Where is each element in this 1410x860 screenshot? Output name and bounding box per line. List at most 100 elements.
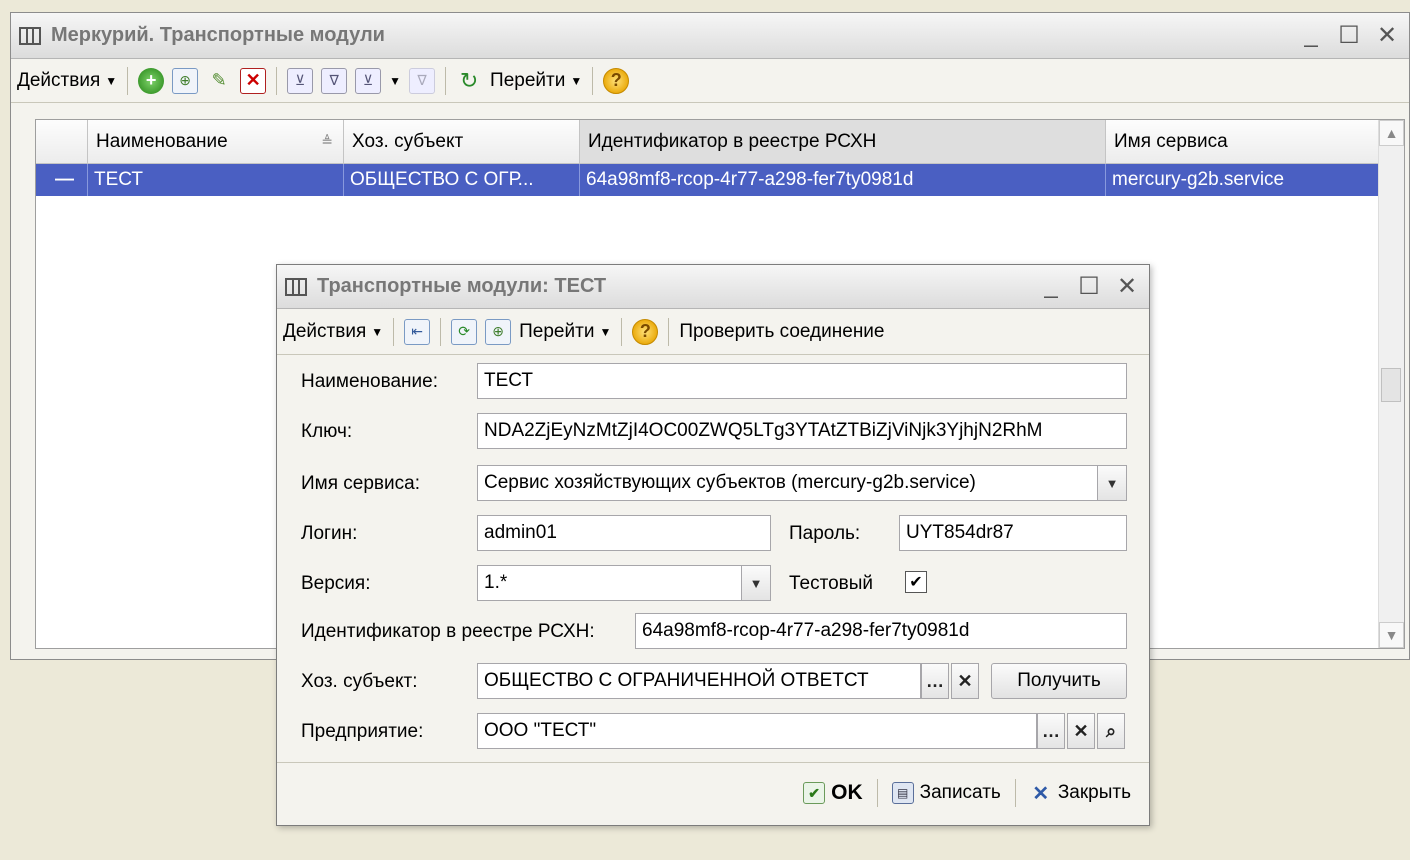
toolbar-separator xyxy=(276,66,278,95)
actions-menu[interactable]: Действия ▼ xyxy=(283,321,383,343)
get-button[interactable]: Получить xyxy=(991,663,1127,699)
enterprise-label: Предприятие: xyxy=(301,721,424,742)
check-connection-button[interactable]: Проверить соединение xyxy=(679,321,884,343)
close-button[interactable]: ✕ xyxy=(1375,21,1399,50)
window-title: Меркурий. Транспортные модули xyxy=(51,24,385,46)
name-field[interactable]: ТЕСТ xyxy=(477,363,1127,399)
toolbar-separator xyxy=(621,317,623,346)
column-header-registry-id[interactable]: Идентификатор в реестре РСХН xyxy=(580,120,1106,163)
test-label: Тестовый xyxy=(789,573,874,594)
add-icon[interactable]: + xyxy=(138,67,165,94)
ok-check-icon: ✔ xyxy=(803,782,826,804)
cell-subject: ОБЩЕСТВО С ОГР... xyxy=(344,164,580,196)
refresh-icon[interactable]: ↻ xyxy=(456,68,482,94)
column-header-label: Наименование xyxy=(96,130,228,152)
select-ellipsis-icon[interactable]: … xyxy=(921,663,949,699)
dialog-toolbar: Действия ▼ ⇤ ⟳ ⊕ Перейти ▼ ? Проверить с… xyxy=(277,309,1149,355)
scroll-up-icon[interactable]: ▲ xyxy=(1379,120,1404,146)
goto-menu[interactable]: Перейти ▼ xyxy=(519,321,611,343)
edit-icon[interactable]: ✎ xyxy=(206,68,232,94)
close-label: Закрыть xyxy=(1057,782,1131,803)
clear-x-icon[interactable]: ✕ xyxy=(951,663,979,699)
table-row[interactable]: — ТЕСТ ОБЩЕСТВО С ОГР... 64a98mf8-rcop-4… xyxy=(36,164,1404,196)
filter-icon[interactable]: ⊻ xyxy=(287,67,314,94)
list-window-icon xyxy=(285,277,307,296)
caret-down-icon: ▼ xyxy=(371,324,384,339)
service-select[interactable]: Сервис хозяйствующих субъектов (mercury-… xyxy=(477,465,1099,501)
search-icon[interactable]: ⌕ xyxy=(1097,713,1125,749)
save-button[interactable]: ▤ Записать xyxy=(891,782,1001,804)
login-label: Логин: xyxy=(301,523,358,544)
subject-label: Хоз. субъект: xyxy=(301,671,418,692)
filter-list-icon[interactable]: ⊻ xyxy=(355,67,382,94)
minimize-button[interactable]: _ xyxy=(1039,272,1063,301)
cell-service: mercury-g2b.service xyxy=(1112,169,1285,190)
list-window-icon xyxy=(19,26,41,45)
close-x-icon: ✕ xyxy=(1032,782,1050,805)
cell-name: ТЕСТ xyxy=(88,164,344,196)
registry-id-label: Идентификатор в реестре РСХН: xyxy=(301,621,595,642)
dialog-footer: ✔ OK ▤ Записать ✕ Закрыть xyxy=(277,763,1149,823)
save-and-close-icon[interactable]: ⇤ xyxy=(404,318,431,345)
enterprise-field[interactable]: ООО "ТЕСТ" xyxy=(477,713,1037,749)
scroll-down-icon[interactable]: ▼ xyxy=(1379,622,1404,648)
table-header: Наименование ≜ Хоз. субъект Идентификато… xyxy=(36,120,1404,164)
actions-menu[interactable]: Действия ▼ xyxy=(17,70,117,92)
copy-icon[interactable]: ⊕ xyxy=(172,67,199,94)
subject-field[interactable]: ОБЩЕСТВО С ОГРАНИЧЕННОЙ ОТВЕТСТ xyxy=(477,663,921,699)
filter-clear-icon: ∇ xyxy=(409,67,436,94)
toolbar-separator xyxy=(592,66,594,95)
key-label: Ключ: xyxy=(301,421,353,442)
ok-label: OK xyxy=(831,781,863,804)
vertical-scrollbar[interactable]: ▲ ▼ xyxy=(1378,120,1404,648)
version-label: Версия: xyxy=(301,573,371,594)
floppy-disk-icon: ▤ xyxy=(891,782,914,804)
service-label: Имя сервиса: xyxy=(301,473,420,494)
dialog-window-controls: _ ☐ ✕ xyxy=(1039,272,1149,301)
dropdown-arrow-icon[interactable]: ▼ xyxy=(741,565,771,601)
module-form: Наименование: ТЕСТ Ключ: NDA2ZjEyNzMtZjI… xyxy=(277,355,1149,763)
name-label: Наименование: xyxy=(301,371,438,392)
key-field[interactable]: NDA2ZjEyNzMtZjI4OC00ZWQ5LTg3YTAtZTBiZjVi… xyxy=(477,413,1127,449)
reread-icon[interactable]: ⟳ xyxy=(451,318,478,345)
module-dialog: Транспортные модули: ТЕСТ _ ☐ ✕ Действия… xyxy=(276,264,1150,826)
toolbar-separator xyxy=(440,317,442,346)
close-button[interactable]: ✕ xyxy=(1115,272,1139,301)
login-field[interactable]: admin01 xyxy=(477,515,771,551)
dropdown-arrow-icon[interactable]: ▼ xyxy=(1097,465,1127,501)
test-checkbox[interactable]: ✔ xyxy=(905,571,927,593)
actions-menu-label: Действия xyxy=(283,320,367,342)
clear-x-icon[interactable]: ✕ xyxy=(1067,713,1095,749)
password-field[interactable]: UYT854dr87 xyxy=(899,515,1127,551)
maximize-button[interactable]: ☐ xyxy=(1077,272,1101,301)
registry-id-field[interactable]: 64a98mf8-rcop-4r77-a298-fer7ty0981d xyxy=(635,613,1127,649)
caret-down-icon: ▼ xyxy=(599,324,612,339)
filter-settings-icon[interactable]: ∇ xyxy=(321,67,348,94)
minimize-button[interactable]: _ xyxy=(1299,21,1323,50)
scroll-thumb[interactable] xyxy=(1381,368,1401,402)
column-header-name[interactable]: Наименование ≜ xyxy=(88,120,344,163)
ok-button[interactable]: ✔ OK xyxy=(803,781,863,805)
maximize-button[interactable]: ☐ xyxy=(1337,21,1361,50)
help-icon[interactable]: ? xyxy=(603,67,630,94)
toolbar-separator xyxy=(127,66,129,95)
column-header-subject[interactable]: Хоз. субъект xyxy=(344,120,580,163)
help-icon[interactable]: ? xyxy=(632,318,659,345)
goto-menu-label: Перейти xyxy=(519,320,595,342)
select-ellipsis-icon[interactable]: … xyxy=(1037,713,1065,749)
window-controls: _ ☐ ✕ xyxy=(1299,21,1409,50)
column-header-service[interactable]: Имя сервиса xyxy=(1106,120,1380,163)
save-label: Записать xyxy=(919,782,1001,803)
toolbar-separator xyxy=(445,66,447,95)
goto-menu[interactable]: Перейти ▼ xyxy=(490,70,582,92)
version-select[interactable]: 1.* xyxy=(477,565,743,601)
delete-icon[interactable]: ✕ xyxy=(240,67,267,94)
row-marker-icon: — xyxy=(36,164,88,196)
toolbar-separator xyxy=(393,317,395,346)
caret-down-icon: ▼ xyxy=(105,73,118,88)
close-dialog-button[interactable]: ✕ Закрыть xyxy=(1030,782,1131,805)
caret-down-icon: ▼ xyxy=(570,73,583,88)
caret-down-icon[interactable]: ▼ xyxy=(389,74,401,88)
cell-registry-id: 64a98mf8-rcop-4r77-a298-fer7ty0981d xyxy=(580,164,1106,196)
copy-icon[interactable]: ⊕ xyxy=(485,318,512,345)
